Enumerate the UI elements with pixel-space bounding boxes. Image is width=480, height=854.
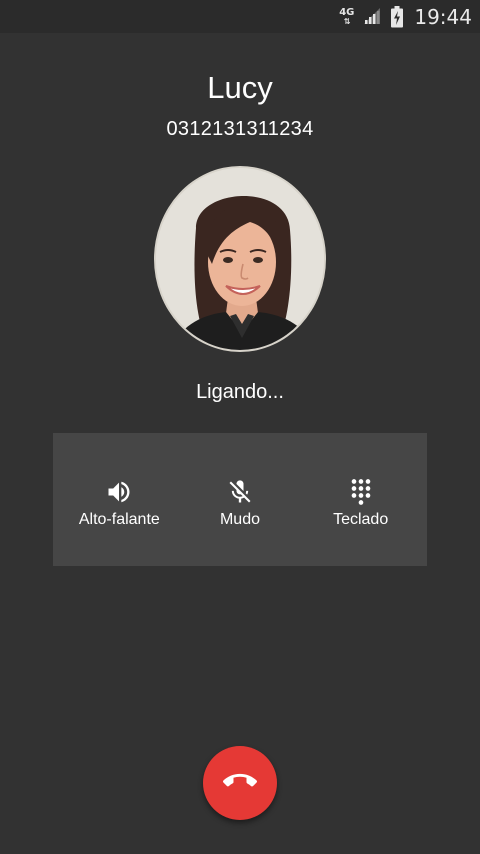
call-actions-panel: Alto-falante Mudo Teclado: [53, 433, 427, 566]
end-call-button[interactable]: [203, 746, 277, 820]
dialpad-icon: [347, 478, 375, 506]
speaker-button[interactable]: Alto-falante: [60, 478, 178, 529]
mute-label: Mudo: [219, 511, 260, 528]
network-type-label: 4G: [339, 6, 355, 18]
battery-charging-icon: [390, 5, 404, 28]
speaker-icon: [105, 478, 133, 506]
network-indicator: 4G ⇅: [339, 6, 355, 26]
speaker-label: Alto-falante: [78, 511, 160, 528]
end-call-icon: [223, 764, 257, 803]
dialpad-label: Teclado: [333, 511, 389, 528]
mic-off-icon: [226, 478, 254, 506]
data-activity-icon: ⇅: [343, 16, 351, 26]
status-bar-clock: 19:44: [414, 4, 472, 29]
caller-name: Lucy: [207, 70, 273, 105]
call-status: Ligando...: [196, 381, 284, 403]
caller-number: 0312131311234: [166, 118, 314, 140]
mute-button[interactable]: Mudo: [181, 478, 299, 529]
dialpad-button[interactable]: Teclado: [302, 478, 420, 529]
contact-photo: [154, 166, 326, 352]
cell-signal-icon: [362, 7, 382, 26]
status-bar: 4G ⇅ 19:44: [0, 0, 480, 33]
